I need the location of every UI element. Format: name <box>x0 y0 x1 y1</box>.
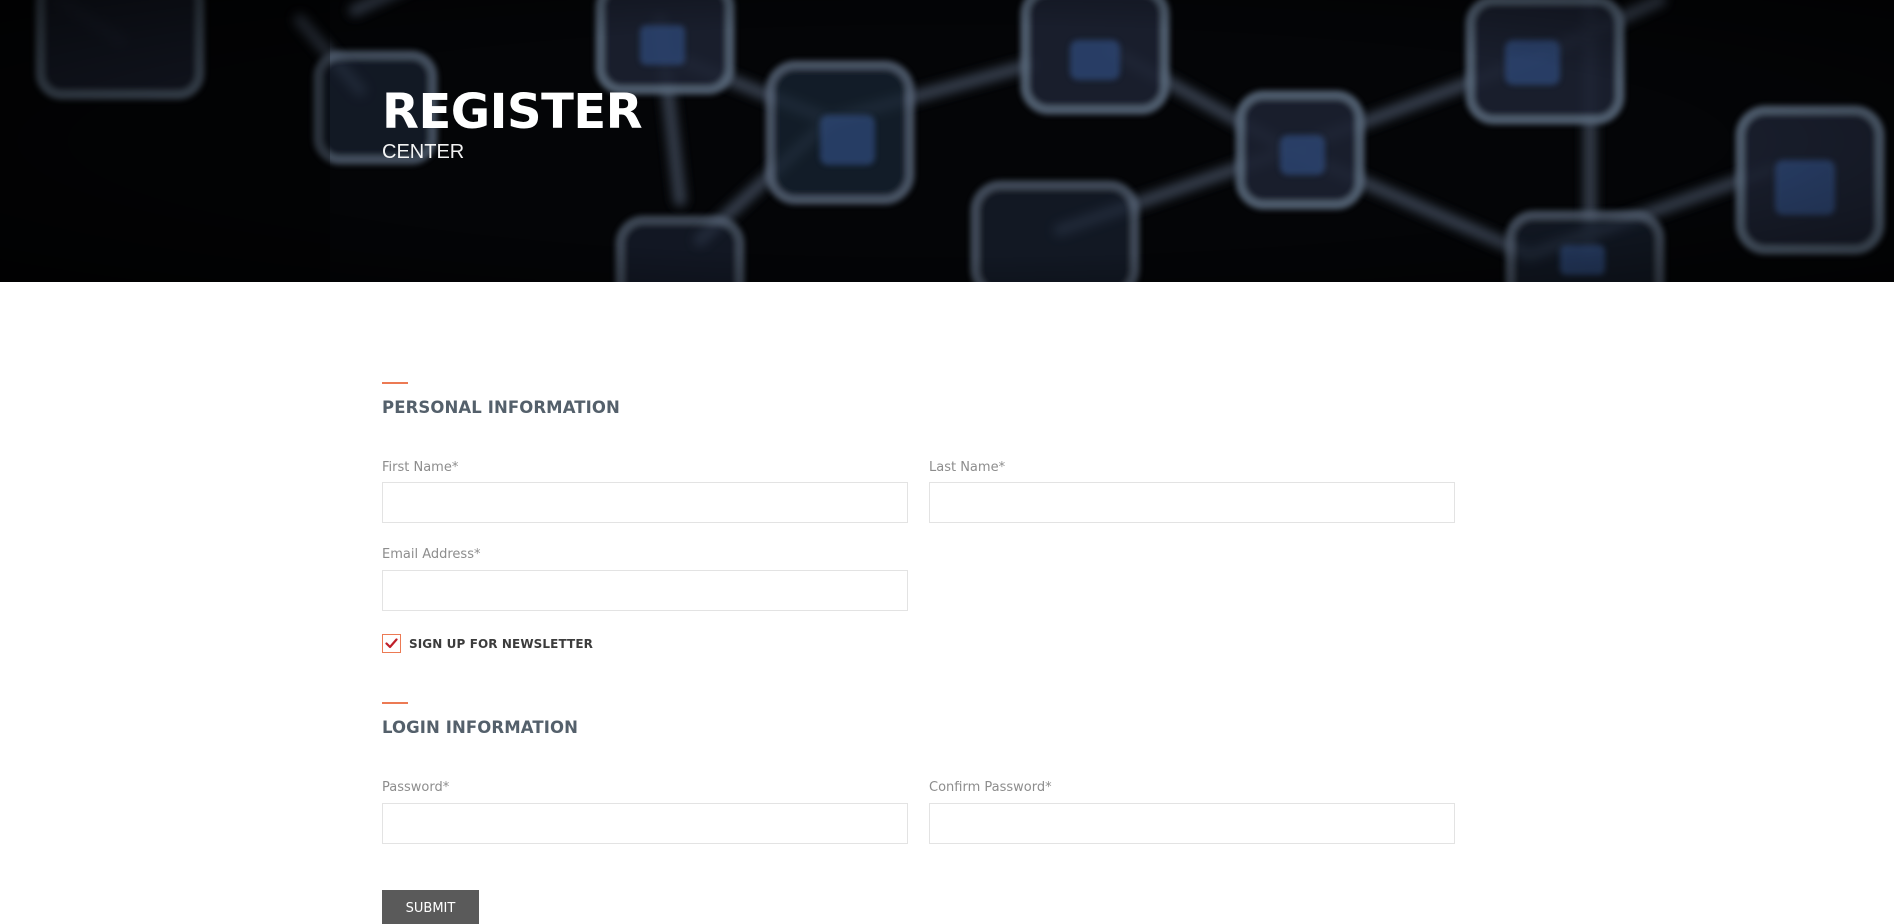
first-name-field[interactable] <box>382 482 908 523</box>
page-title: REGISTER <box>382 84 643 140</box>
section-accent-line <box>382 382 408 384</box>
submit-button[interactable]: SUBMIT <box>382 890 479 924</box>
hero-banner: REGISTER CENTER <box>0 0 1894 282</box>
hero-heading-group: REGISTER CENTER <box>382 84 643 164</box>
check-mark-icon <box>385 638 398 649</box>
first-name-label: First Name* <box>382 460 459 475</box>
newsletter-checkbox[interactable] <box>382 634 401 653</box>
page-subtitle: CENTER <box>382 141 465 163</box>
section-accent-line <box>382 702 408 704</box>
network-cubes-background-image <box>0 0 1894 282</box>
last-name-field[interactable] <box>929 482 1455 523</box>
email-field[interactable] <box>382 570 908 611</box>
last-name-label: Last Name* <box>929 460 1006 475</box>
password-label: Password* <box>382 780 450 795</box>
confirm-password-label: Confirm Password* <box>929 780 1052 795</box>
email-label: Email Address* <box>382 547 481 562</box>
register-form: PERSONAL INFORMATION First Name* Last Na… <box>0 282 1894 924</box>
newsletter-label[interactable]: SIGN UP FOR NEWSLETTER <box>409 637 593 651</box>
password-field[interactable] <box>382 803 908 844</box>
confirm-password-field[interactable] <box>929 803 1455 844</box>
section-title-login: LOGIN INFORMATION <box>382 718 578 737</box>
section-title-personal: PERSONAL INFORMATION <box>382 398 620 417</box>
